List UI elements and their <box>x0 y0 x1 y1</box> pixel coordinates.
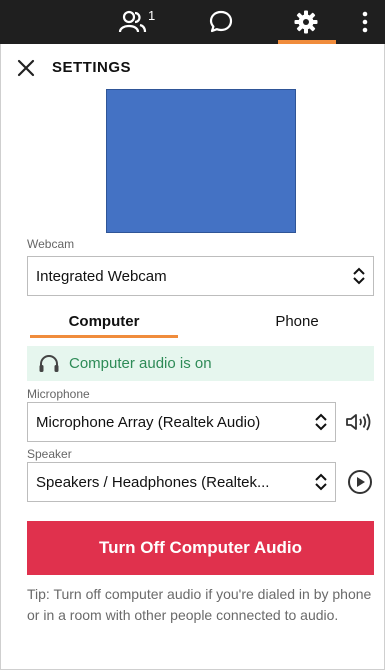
speaker-label: Speaker <box>27 447 72 461</box>
speaker-select[interactable]: Speakers / Headphones (Realtek... <box>27 462 336 502</box>
gear-icon <box>294 10 318 34</box>
audio-status-text: Computer audio is on <box>69 355 212 372</box>
test-microphone-button[interactable] <box>343 407 373 437</box>
play-icon <box>348 470 372 494</box>
speaker-select-value: Speakers / Headphones (Realtek... <box>36 473 270 491</box>
settings-tab-button[interactable] <box>276 0 336 44</box>
tab-computer[interactable]: Computer <box>30 313 178 330</box>
top-toolbar: 1 <box>0 0 385 44</box>
select-arrows-icon <box>307 473 335 491</box>
audio-status-banner: Computer audio is on <box>27 346 374 381</box>
tab-active-indicator <box>30 335 178 338</box>
select-arrows-icon <box>345 267 373 285</box>
more-vertical-icon <box>362 11 368 33</box>
participants-count: 1 <box>148 8 156 23</box>
webcam-select[interactable]: Integrated Webcam <box>27 256 374 296</box>
webcam-label: Webcam <box>27 237 75 251</box>
tab-phone[interactable]: Phone <box>222 313 372 330</box>
people-icon <box>118 10 147 33</box>
settings-header: SETTINGS <box>0 44 385 90</box>
chat-icon <box>209 10 233 33</box>
close-button[interactable] <box>16 58 36 78</box>
test-speaker-button[interactable] <box>345 467 375 497</box>
more-options-button[interactable] <box>352 0 378 44</box>
select-arrows-icon <box>307 413 335 431</box>
microphone-select[interactable]: Microphone Array (Realtek Audio) <box>27 402 336 442</box>
webcam-preview <box>106 89 296 233</box>
microphone-select-value: Microphone Array (Realtek Audio) <box>36 413 261 431</box>
webcam-select-value: Integrated Webcam <box>36 267 167 285</box>
microphone-label: Microphone <box>27 387 90 401</box>
headset-icon <box>39 354 59 372</box>
turn-off-computer-audio-button[interactable]: Turn Off Computer Audio <box>27 521 374 575</box>
volume-icon <box>346 413 371 431</box>
tip-text: Tip: Turn off computer audio if you're d… <box>27 586 372 623</box>
page-title: SETTINGS <box>52 59 132 76</box>
close-icon <box>17 59 35 77</box>
chat-button[interactable] <box>196 0 246 44</box>
